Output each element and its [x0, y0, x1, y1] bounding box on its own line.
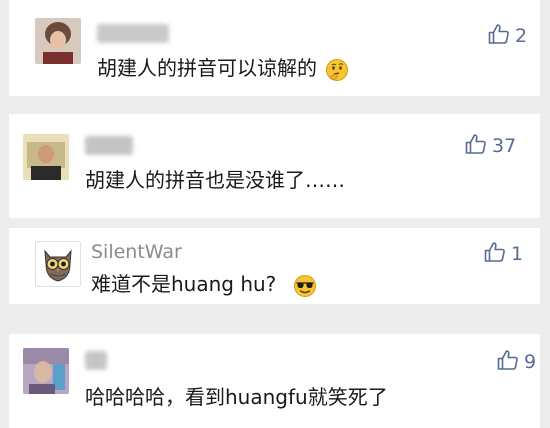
avatar[interactable] [23, 348, 69, 394]
sunglasses-emoji [293, 274, 317, 298]
comment-text: 胡建人的拼音也是没谁了…… [85, 168, 345, 192]
owl-avatar[interactable] [35, 241, 81, 287]
comment-text: 胡建人的拼音可以谅解的 [97, 56, 349, 82]
thumbs-up-icon [487, 22, 511, 50]
comment-card: 胡建人的拼音也是没谁了…… 37 [9, 114, 540, 218]
like-button[interactable]: 2 [487, 22, 527, 50]
like-count: 9 [524, 351, 537, 373]
comment-text: 哈哈哈哈，看到huangfu就笑死了 [85, 385, 388, 409]
like-count: 2 [515, 25, 528, 47]
thumbs-up-icon [464, 132, 488, 160]
avatar[interactable] [23, 134, 69, 180]
thumbs-up-icon [496, 348, 520, 376]
thinking-emoji [325, 58, 349, 82]
comment-card: 胡建人的拼音可以谅解的 2 [9, 0, 540, 96]
comment-card: 哈哈哈哈，看到huangfu就笑死了 9 [9, 334, 540, 428]
like-button[interactable]: 9 [496, 348, 536, 376]
avatar[interactable] [35, 18, 81, 64]
thumbs-up-icon [483, 240, 507, 268]
comment-card: SilentWar 难道不是huang hu? 1 [9, 228, 540, 304]
blurred-username [85, 136, 133, 155]
like-button[interactable]: 1 [483, 240, 523, 268]
comment-text: 难道不是huang hu? [91, 272, 317, 298]
like-button[interactable]: 37 [464, 132, 516, 160]
blurred-username [85, 351, 107, 370]
blurred-username [97, 24, 169, 43]
like-count: 1 [511, 243, 524, 265]
comment-author[interactable]: SilentWar [91, 241, 182, 263]
like-count: 37 [492, 135, 517, 157]
